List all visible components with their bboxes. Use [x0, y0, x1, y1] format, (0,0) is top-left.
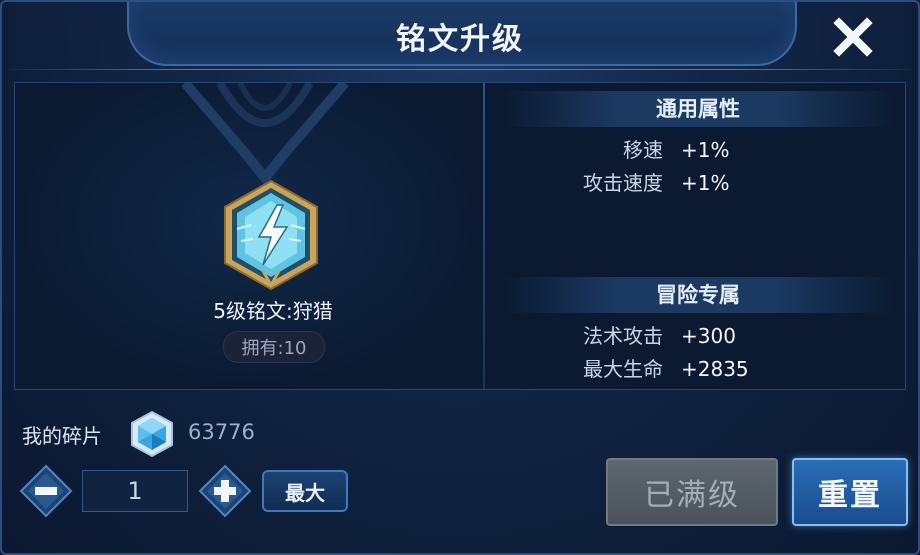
stat-label: 法术攻击: [583, 324, 663, 348]
close-icon: [833, 17, 873, 57]
increment-button[interactable]: [198, 464, 252, 518]
stat-value: +2835: [681, 357, 749, 381]
inscription-upgrade-dialog: 铭文升级 5级铭文:狩猎 拥有:10 通用属性 移速 +1% 攻击速度 +1% …: [0, 0, 920, 555]
my-shards-label: 我的碎片: [22, 424, 102, 448]
stat-value: +1%: [681, 171, 730, 195]
inscription-name: 5级铭文:狩猎: [213, 299, 333, 323]
stat-row-magic-attack: 法术攻击 +300: [515, 321, 875, 351]
owned-count-badge: 拥有:10: [223, 331, 325, 363]
stat-row-move-speed: 移速 +1%: [515, 135, 875, 165]
max-level-button: 已满级: [606, 458, 778, 526]
stat-label: 移速: [623, 138, 663, 162]
dialog-header: 铭文升级: [2, 2, 918, 72]
stat-label: 攻击速度: [583, 171, 663, 195]
stat-value: +300: [681, 324, 736, 348]
stat-value: +1%: [681, 138, 730, 162]
inscription-preview: 5级铭文:狩猎 拥有:10: [15, 83, 483, 389]
adventure-attributes-header: 冒险专属: [503, 277, 893, 313]
quantity-input[interactable]: [82, 470, 188, 512]
ornament-decoration: [181, 83, 349, 187]
dialog-title: 铭文升级: [396, 22, 524, 57]
decrement-button[interactable]: [19, 464, 73, 518]
pane-divider: [483, 83, 485, 389]
stat-row-max-hp: 最大生命 +2835: [515, 354, 875, 384]
crystal-icon: [131, 410, 173, 458]
lightning-inscription-icon: [224, 179, 318, 291]
header-divider: [10, 69, 910, 70]
shards-count: 63776: [188, 420, 255, 444]
stat-row-attack-speed: 攻击速度 +1%: [515, 168, 875, 198]
general-attributes-header: 通用属性: [503, 91, 893, 127]
reset-button[interactable]: 重置: [792, 458, 908, 526]
stat-label: 最大生命: [583, 357, 663, 381]
max-quantity-button[interactable]: 最大: [262, 470, 348, 512]
inscription-detail-panel: 5级铭文:狩猎 拥有:10 通用属性 移速 +1% 攻击速度 +1% 冒险专属 …: [14, 82, 906, 390]
close-button[interactable]: [828, 12, 878, 62]
